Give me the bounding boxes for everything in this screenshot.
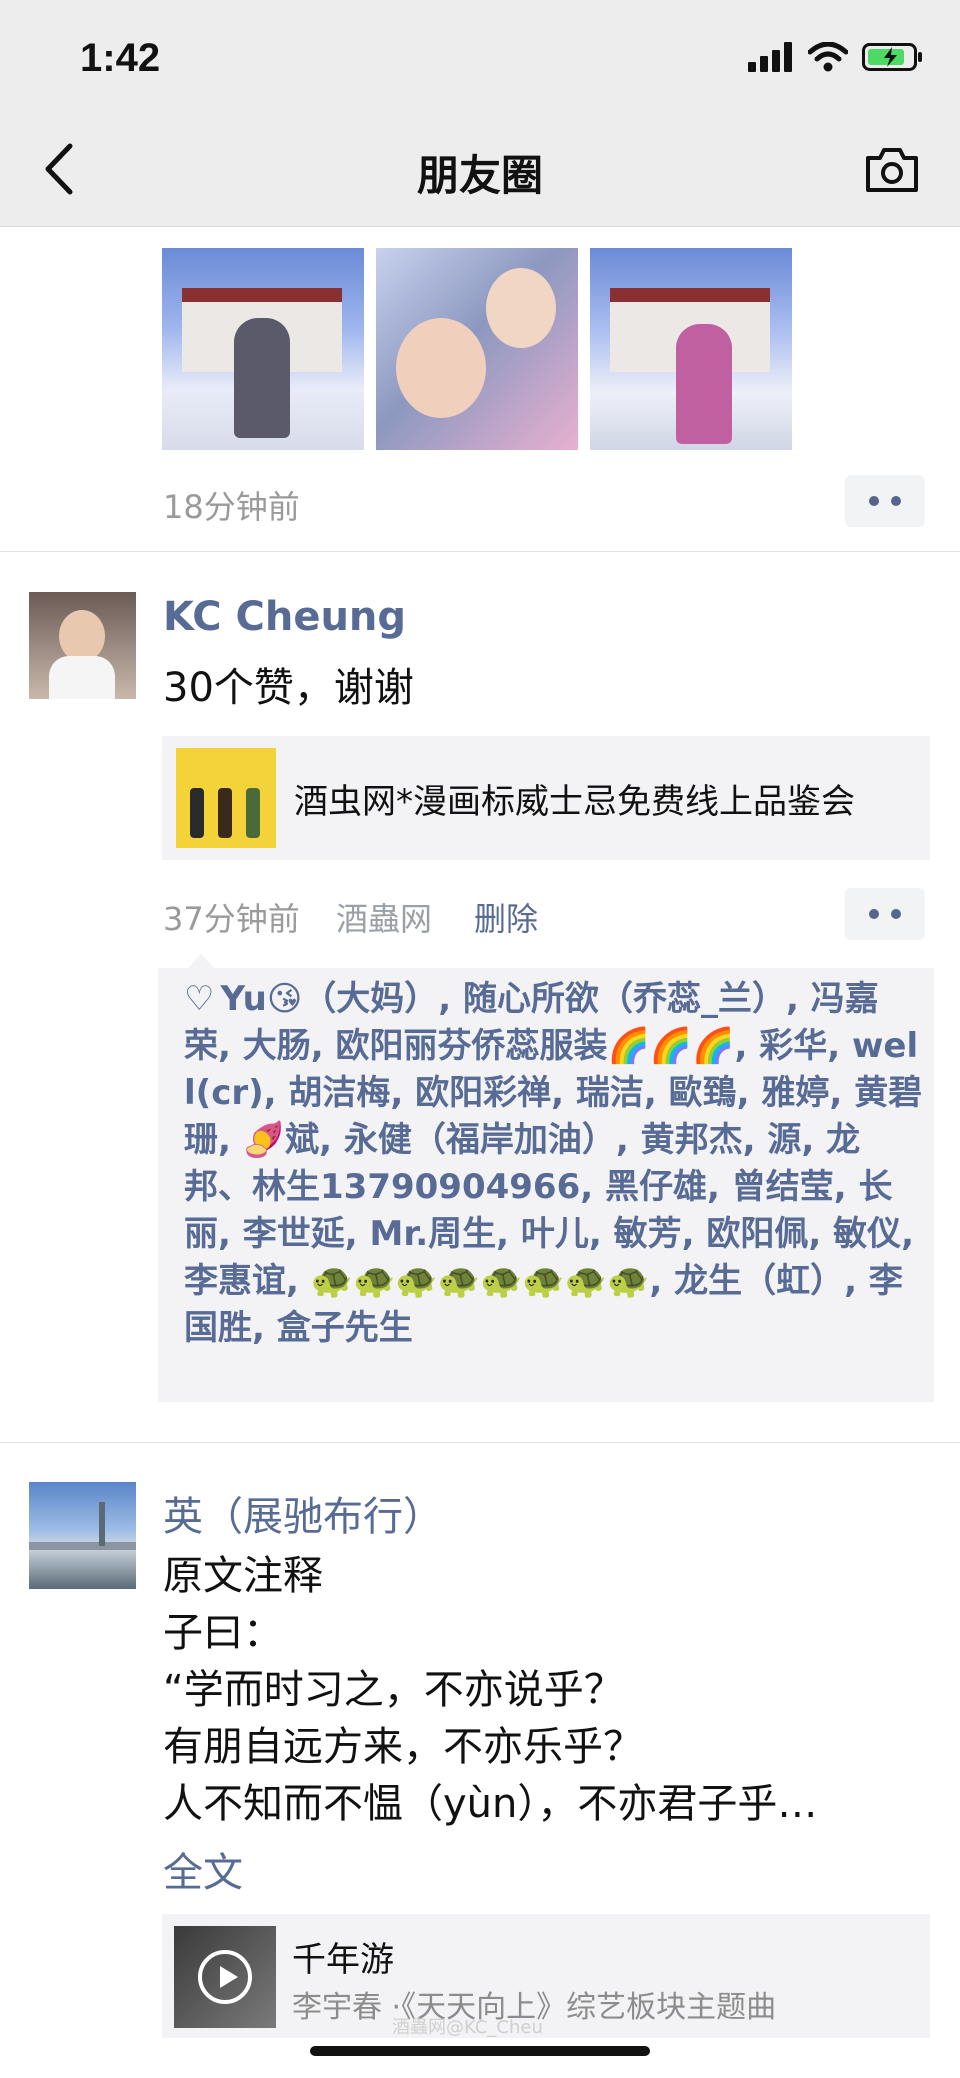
avatar[interactable] [29,1482,136,1589]
post-username[interactable]: KC Cheung [163,594,406,640]
link-title: 酒虫网*漫画标威士忌免费线上品鉴会 [294,782,855,822]
watermark: 酒蟲网@KC_Cheu [392,2017,543,2038]
avatar[interactable] [29,592,136,699]
post-line: 有朋自远方来，不亦乐乎？ [163,1724,643,1770]
camera-icon[interactable] [864,144,920,194]
photo-face [486,268,556,348]
photo-person [234,318,290,438]
post-username[interactable]: 英（展驰布行） [163,1484,443,1542]
post-line: “学而时习之，不亦说乎？ [163,1667,624,1713]
home-indicator[interactable] [310,2046,650,2056]
more-button[interactable] [845,888,925,940]
heart-icon: ♡ [184,979,215,1019]
status-icons [748,42,924,72]
full-text-link[interactable]: 全文 [163,1840,243,1898]
likes-pointer [188,954,214,968]
status-bar: 1:42 [0,0,960,112]
post-line: 人不知而不愠（yùn），不亦君子乎… [163,1781,818,1827]
post-line: 原文注释 [163,1553,323,1599]
post-text: 30个赞，谢谢 [163,665,414,711]
page-title: 朋友圈 [416,151,543,200]
post-time: 37分钟前 [163,900,300,938]
play-icon[interactable] [198,1950,252,2004]
signal-icon [748,42,792,72]
post-time: 18分钟前 [163,488,300,526]
link-thumbnail [176,748,276,848]
likes-list[interactable]: ♡ Yu😘（大妈）, 随心所欲（乔蕊_兰）, 冯嘉荣, 大肠, 欧阳丽芬侨蕊服装🌈… [184,976,924,1352]
post-photo[interactable] [162,248,364,450]
link-card[interactable]: 酒虫网*漫画标威士忌免费线上品鉴会 [162,736,930,860]
post-source[interactable]: 酒蟲网 [336,894,432,940]
status-time: 1:42 [80,36,161,80]
divider [0,551,960,552]
post-line: 子曰： [163,1610,283,1656]
battery-icon [862,43,922,71]
post-photo[interactable] [376,248,578,450]
divider [0,1442,960,1443]
navbar: 朋友圈 [0,112,960,227]
music-card[interactable]: 千年游 李宇春 ·《天天向上》综艺板块主题曲 [162,1914,930,2038]
photo-person [676,324,732,444]
post-photo[interactable] [590,248,792,450]
likes-panel: ♡ Yu😘（大妈）, 随心所欲（乔蕊_兰）, 冯嘉荣, 大肠, 欧阳丽芬侨蕊服装🌈… [158,968,934,1402]
likes-names[interactable]: Yu😘（大妈）, 随心所欲（乔蕊_兰）, 冯嘉荣, 大肠, 欧阳丽芬侨蕊服装🌈🌈… [184,979,922,1348]
delete-button[interactable]: 删除 [474,894,538,940]
music-title: 千年游 [292,1940,394,1980]
photo-grid [162,248,792,450]
music-thumbnail [174,1926,276,2028]
wifi-icon [808,42,848,72]
more-button[interactable] [845,475,925,527]
photo-face [396,318,486,418]
